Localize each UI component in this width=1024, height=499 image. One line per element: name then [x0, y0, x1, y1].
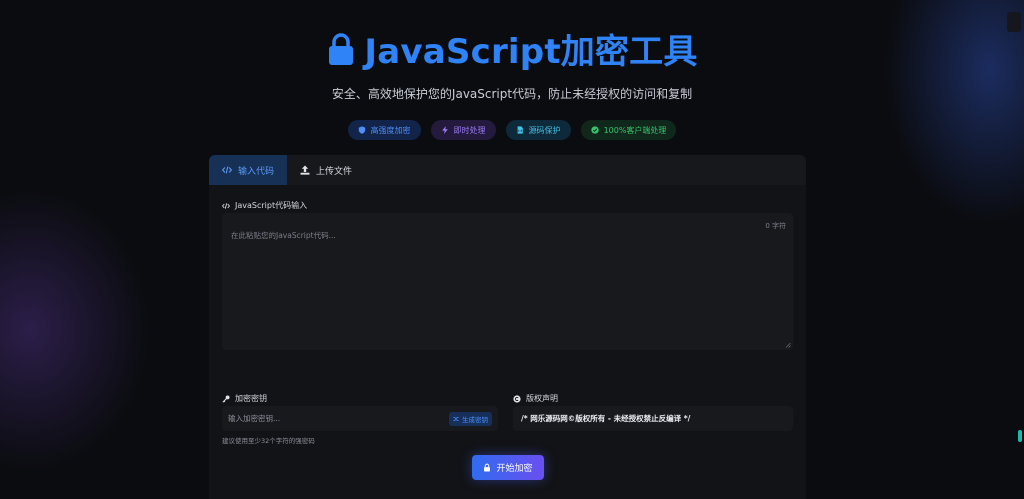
tab-label: 上传文件: [316, 166, 353, 177]
badge-instant: 即时处理: [430, 120, 496, 140]
badge-label: 即时处理: [453, 125, 486, 135]
file-code-icon: [517, 126, 523, 134]
char-count: 0 字符: [765, 222, 786, 230]
key-placeholder: 输入加密密钥...: [228, 414, 281, 423]
start-encrypt-button[interactable]: 开始加密: [472, 455, 544, 480]
generate-key-label: 生成密钥: [462, 415, 488, 424]
upload-icon: [300, 165, 310, 175]
start-encrypt-label: 开始加密: [496, 464, 533, 474]
bolt-icon: [441, 126, 448, 134]
page-subtitle: 安全、高效地保护您的JavaScript代码，防止未经授权的访问和复制: [331, 87, 693, 101]
badge-label: 100%客户端处理: [603, 125, 667, 135]
feature-badges: 高强度加密 即时处理 源码保护 100%客户端处理: [0, 120, 1024, 140]
key-icon: [222, 394, 230, 403]
copyright-icon: [513, 394, 521, 403]
page-title: JavaScript加密工具: [326, 24, 697, 73]
badge-label: 源码保护: [528, 125, 561, 135]
lock-icon: [484, 463, 491, 472]
resize-grip-icon[interactable]: [785, 342, 791, 348]
scrollbar-thumb[interactable]: [1018, 430, 1022, 442]
page-title-text: JavaScript加密工具: [364, 32, 698, 72]
code-input-label: JavaScript代码输入: [222, 200, 307, 211]
generate-key-button[interactable]: 生成密钥: [449, 411, 492, 426]
encrypt-card: 输入代码 上传文件 JavaScript代码输入 在此粘贴您的JavaScrip…: [209, 155, 806, 499]
window-corner-widget[interactable]: [1007, 12, 1021, 32]
tab-input-code[interactable]: 输入代码: [209, 155, 288, 185]
key-input-label-text: 加密密钥: [235, 394, 267, 403]
copyright-label: 版权声明: [513, 393, 558, 404]
badge-source-protection: 源码保护: [505, 120, 571, 140]
page-header: JavaScript加密工具 安全、高效地保护您的JavaScript代码，防止…: [0, 0, 1024, 140]
tab-upload-file[interactable]: 上传文件: [287, 155, 365, 185]
code-icon: [222, 202, 230, 209]
shuffle-icon: [453, 416, 459, 421]
copyright-label-text: 版权声明: [526, 394, 558, 403]
tab-label: 输入代码: [238, 166, 275, 177]
key-hint: 建议使用至少32个字符的强密码: [222, 437, 315, 445]
lock-icon: [329, 32, 354, 65]
key-input[interactable]: 输入加密密钥... 生成密钥: [222, 406, 498, 431]
badge-label: 高强度加密: [370, 125, 411, 135]
code-icon: [222, 166, 232, 174]
key-input-label: 加密密钥: [222, 393, 267, 404]
input-tabs: 输入代码 上传文件: [209, 155, 806, 185]
copyright-input[interactable]: /* 网乐源码网©版权所有 - 未经授权禁止反编译 */: [513, 406, 793, 431]
code-input-label-text: JavaScript代码输入: [235, 201, 308, 210]
badge-client-side: 100%客户端处理: [580, 120, 677, 140]
badge-encryption: 高强度加密: [347, 120, 421, 140]
code-textarea[interactable]: 在此粘贴您的JavaScript代码... 0 字符: [222, 213, 793, 350]
code-placeholder: 在此粘贴您的JavaScript代码...: [231, 231, 336, 240]
check-circle-icon: [590, 126, 599, 134]
shield-icon: [358, 126, 365, 134]
